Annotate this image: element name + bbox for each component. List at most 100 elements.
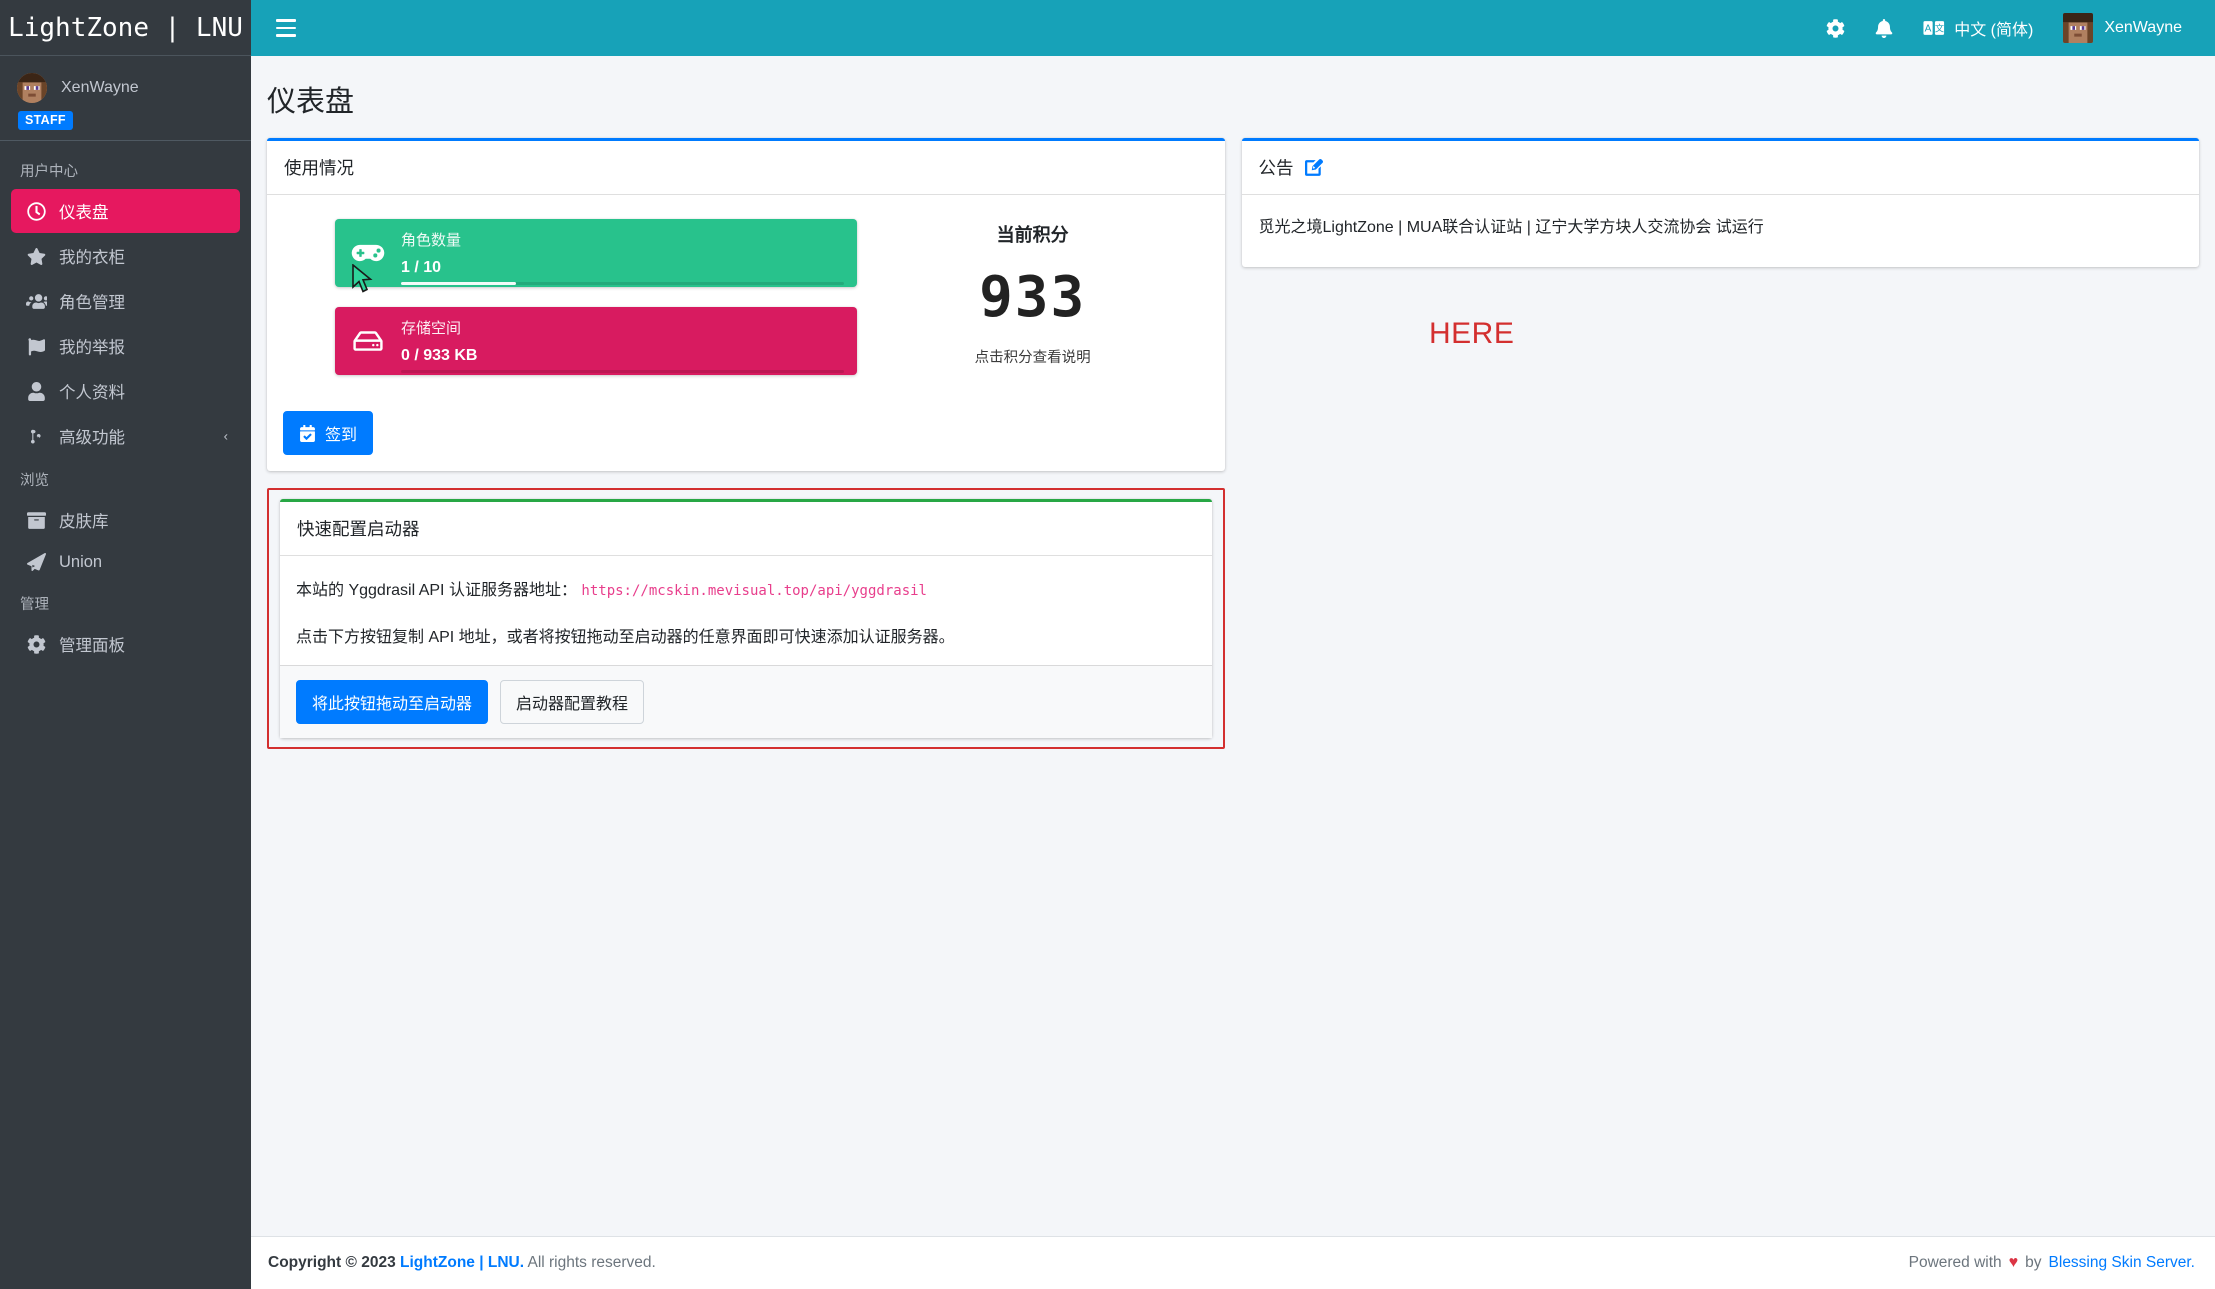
player-count-label: 角色数量 — [401, 232, 462, 249]
launcher-card-body: 本站的 Yggdrasil API 认证服务器地址： https://mcski… — [280, 556, 1212, 665]
sidebar-user-name: XenWayne — [61, 79, 139, 96]
sidebar-item-union[interactable]: Union — [11, 543, 240, 582]
sidebar-item-label: 管理面板 — [59, 637, 125, 655]
topbar: A 文 中文 (简体) XenWayne — [251, 0, 2215, 56]
player-count-box[interactable]: 角色数量 1 / 10 — [335, 219, 857, 287]
storage-progress — [401, 370, 844, 373]
topbar-username: XenWayne — [2104, 19, 2182, 36]
usage-card: 使用情况 角色数量 1 / 10 存储空间 0 / 933 KB 当前积分 93… — [267, 138, 1225, 471]
announcement-card: 公告 觅光之境LightZone | MUA联合认证站 | 辽宁大学方块人交流协… — [1241, 138, 2200, 267]
paper-plane-icon — [23, 553, 49, 572]
flag-icon — [23, 337, 49, 356]
sidebar-item-my-reports[interactable]: 我的举报 — [11, 324, 240, 368]
announcement-column: 公告 觅光之境LightZone | MUA联合认证站 | 辽宁大学方块人交流协… — [1241, 138, 2200, 284]
storage-label: 存储空间 — [401, 320, 462, 337]
minecraft-head-icon — [17, 73, 47, 103]
sidebar-item-label: Union — [59, 553, 103, 571]
drag-to-launcher-button[interactable]: 将此按钮拖动至启动器 — [296, 680, 489, 724]
player-count-progress — [401, 282, 844, 285]
copyright-suffix: All rights reserved. — [524, 1254, 656, 1271]
content-area: 使用情况 角色数量 1 / 10 存储空间 0 / 933 KB 当前积分 93… — [251, 138, 2215, 749]
minecraft-head-icon — [2063, 13, 2094, 43]
user-icon — [23, 381, 49, 401]
brand-footer-link[interactable]: LightZone | LNU. — [400, 1254, 524, 1271]
api-url-value[interactable]: https://mcskin.mevisual.top/api/yggdrasi… — [581, 583, 927, 599]
language-icon: A 文 — [1923, 20, 1945, 36]
star-icon — [23, 247, 49, 266]
announcement-text: 觅光之境LightZone | MUA联合认证站 | 辽宁大学方块人交流协会 试… — [1258, 219, 1764, 236]
sidebar-item-admin-panel[interactable]: 管理面板 — [11, 622, 240, 666]
brand-title: LightZone | LNU — [8, 12, 243, 43]
powered-prefix: Powered with — [1908, 1254, 2002, 1271]
user-menu[interactable]: XenWayne — [2050, 5, 2195, 51]
launcher-tutorial-button[interactable]: 启动器配置教程 — [500, 680, 645, 724]
page-footer: Copyright © 2023 LightZone | LNU. All ri… — [251, 1236, 2215, 1289]
copyright-prefix: Copyright © 2023 — [268, 1254, 401, 1271]
avatar — [2063, 13, 2094, 43]
hamburger-icon[interactable] — [267, 9, 305, 47]
storage-value: 0 / 933 KB — [401, 347, 478, 364]
blessing-skin-link[interactable]: Blessing Skin Server. — [2049, 1254, 2195, 1272]
launcher-instructions: 点击下方按钮复制 API 地址，或者将按钮拖动至启动器的任意界面即可快速添加认证… — [296, 629, 955, 646]
heart-icon: ♥ — [2008, 1254, 2019, 1271]
storage-box[interactable]: 存储空间 0 / 933 KB — [335, 307, 857, 375]
sidebar-item-label: 仪表盘 — [59, 204, 109, 222]
chevron-left-icon[interactable]: ‹ — [224, 429, 228, 444]
calendar-check-icon — [299, 424, 325, 442]
usage-column: 使用情况 角色数量 1 / 10 存储空间 0 / 933 KB 当前积分 93… — [267, 138, 1225, 749]
avatar — [17, 73, 47, 103]
vertical-spacer — [251, 749, 2215, 1236]
sidebar-item-my-closet[interactable]: 我的衣柜 — [11, 234, 240, 278]
sidebar-item-skin-library[interactable]: 皮肤库 — [11, 498, 240, 542]
language-label: 中文 (简体) — [1954, 22, 2034, 39]
sidebar-user-panel[interactable]: XenWayne STAFF — [0, 56, 251, 141]
bell-icon[interactable] — [1862, 11, 1906, 46]
sidebar-item-label: 皮肤库 — [59, 513, 109, 531]
gear-icon — [23, 634, 49, 654]
language-selector[interactable]: A 文 中文 (简体) — [1910, 8, 2046, 48]
sidebar-item-profile[interactable]: 个人资料 — [11, 369, 240, 413]
nav-header-browse: 浏览 — [20, 473, 49, 489]
drag-button-label: 将此按钮拖动至启动器 — [312, 696, 473, 713]
archive-icon — [23, 511, 49, 530]
here-annotation: HERE — [1429, 317, 1515, 350]
launcher-highlight-box: 快速配置启动器 本站的 Yggdrasil API 认证服务器地址： https… — [267, 488, 1225, 749]
sign-in-button[interactable]: 签到 — [283, 411, 374, 455]
api-url-line: 本站的 Yggdrasil API 认证服务器地址： https://mcski… — [296, 576, 1196, 600]
launcher-card-header: 快速配置启动器 — [280, 502, 1212, 556]
app-window: LightZone | LNU XenWayne STAFF 用户中心 仪表盘 … — [0, 0, 2215, 1289]
sidebar-item-label: 高级功能 — [59, 429, 125, 447]
top-row: 使用情况 角色数量 1 / 10 存储空间 0 / 933 KB 当前积分 93… — [267, 138, 2199, 749]
sidebar: LightZone | LNU XenWayne STAFF 用户中心 仪表盘 … — [0, 0, 251, 1289]
sidebar-item-player-management[interactable]: 角色管理 — [11, 279, 240, 323]
users-icon — [23, 292, 49, 311]
player-count-value: 1 / 10 — [401, 259, 442, 276]
brand-logo[interactable]: LightZone | LNU — [0, 0, 251, 56]
sidebar-item-label: 我的衣柜 — [59, 249, 125, 267]
score-title: 当前积分 — [996, 225, 1069, 245]
hdd-icon — [335, 307, 401, 375]
usage-card-header: 使用情况 — [267, 141, 1225, 195]
announcement-card-body: 觅光之境LightZone | MUA联合认证站 | 辽宁大学方块人交流协会 试… — [1242, 195, 2200, 267]
sidebar-item-label: 个人资料 — [59, 384, 125, 402]
sidebar-item-dashboard[interactable]: 仪表盘 — [11, 189, 240, 233]
nav-header-manage: 管理 — [20, 597, 49, 613]
score-value[interactable]: 933 — [857, 265, 1209, 330]
api-url-prefix: 本站的 Yggdrasil API 认证服务器地址： — [296, 582, 577, 599]
sidebar-item-advanced[interactable]: 高级功能 ‹ — [11, 414, 240, 458]
status-badge: STAFF — [18, 111, 73, 130]
launcher-card-footer: 将此按钮拖动至启动器 启动器配置教程 — [280, 665, 1212, 738]
launcher-card: 快速配置启动器 本站的 Yggdrasil API 认证服务器地址： https… — [280, 499, 1212, 738]
pencil-square-icon[interactable] — [1304, 158, 1323, 177]
sign-in-label: 签到 — [325, 427, 358, 444]
powered-mid: by — [2025, 1254, 2042, 1271]
page-title: 仪表盘 — [267, 86, 355, 118]
usage-card-body: 角色数量 1 / 10 存储空间 0 / 933 KB 当前积分 933 点击积… — [267, 195, 1225, 411]
main-area: A 文 中文 (简体) XenWayne 仪表盘 使用情况 角色数量 1 / 1… — [251, 0, 2215, 1289]
mouse-cursor — [352, 264, 373, 293]
tutorial-button-label: 启动器配置教程 — [516, 696, 629, 713]
gear-icon[interactable] — [1813, 11, 1858, 46]
score-hint: 点击积分查看说明 — [974, 350, 1091, 366]
announcement-card-header: 公告 — [1241, 141, 2199, 195]
sitemap-icon — [23, 427, 49, 446]
